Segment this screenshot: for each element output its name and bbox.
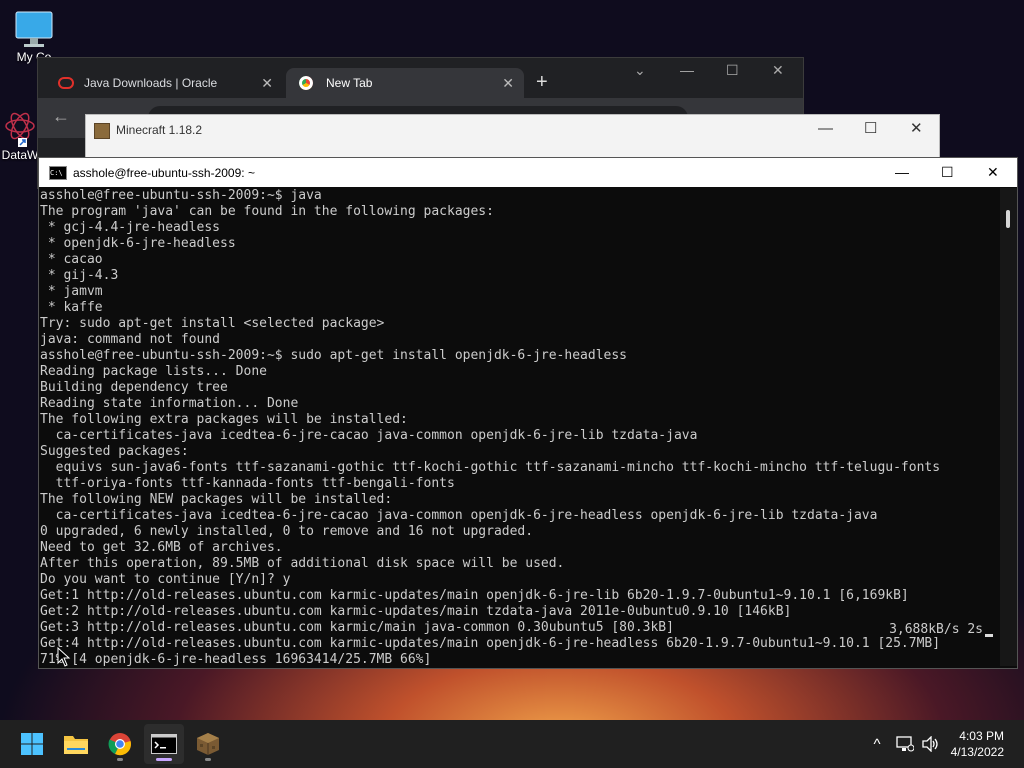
- folder-icon: [64, 736, 88, 754]
- terminal-line: java: command not found: [40, 332, 221, 347]
- terminal-line: The following NEW packages will be insta…: [40, 492, 393, 507]
- terminal-line: * openjdk-6-jre-headless: [40, 236, 236, 251]
- back-arrow-icon[interactable]: ←: [52, 106, 70, 127]
- windows-icon: [21, 733, 43, 755]
- minecraft-icon: [197, 733, 219, 755]
- tab-new-tab[interactable]: New Tab ✕: [286, 68, 524, 98]
- running-indicator: [117, 758, 123, 761]
- start-button[interactable]: [12, 724, 52, 764]
- running-indicator: [156, 758, 172, 761]
- desktop-icon-dataw[interactable]: DataW: [0, 108, 40, 162]
- terminal-line: Try: sudo apt-get install <selected pack…: [40, 316, 385, 331]
- terminal-line: * cacao: [40, 252, 103, 267]
- volume-icon[interactable]: [922, 736, 940, 752]
- running-indicator: [205, 758, 211, 761]
- terminal-line: Get:3 http://old-releases.ubuntu.com kar…: [40, 620, 674, 635]
- atom-icon: [5, 112, 35, 147]
- terminal-line: ca-certificates-java icedtea-6-jre-cacao…: [40, 508, 878, 523]
- terminal-line: Suggested packages:: [40, 444, 189, 459]
- terminal-line: 71% [4 openjdk-6-jre-headless 16963414/2…: [40, 652, 432, 666]
- terminal-line: Building dependency tree: [40, 380, 228, 395]
- terminal-line: Get:2 http://old-releases.ubuntu.com kar…: [40, 604, 792, 619]
- network-icon[interactable]: [896, 736, 914, 752]
- chrome-icon: [108, 733, 131, 756]
- new-tab-button[interactable]: +: [536, 71, 548, 94]
- close-icon[interactable]: ✕: [772, 62, 784, 79]
- chrome-button[interactable]: [100, 724, 140, 764]
- download-speed-text: 3,688kB/s 2s: [889, 622, 983, 637]
- desktop-icon-label: DataW: [1, 148, 39, 162]
- terminal-button[interactable]: [144, 724, 184, 764]
- terminal-icon: [151, 734, 177, 754]
- window-title: Minecraft 1.18.2: [116, 123, 203, 137]
- terminal-output[interactable]: asshole@free-ubuntu-ssh-2009:~$ java The…: [40, 188, 995, 666]
- terminal-line: equivs sun-java6-fonts ttf-sazanami-goth…: [40, 460, 941, 475]
- terminal-line: * jamvm: [40, 284, 103, 299]
- desktop-icon-my-computer[interactable]: My Co: [4, 8, 64, 64]
- terminal-line: ca-certificates-java icedtea-6-jre-cacao…: [40, 428, 698, 443]
- scrollbar-thumb[interactable]: [1006, 210, 1010, 228]
- download-speed: 3,688kB/s 2s: [889, 622, 993, 637]
- terminal-line: After this operation, 89.5MB of addition…: [40, 556, 565, 571]
- close-icon[interactable]: ✕: [502, 75, 514, 92]
- chevron-down-icon[interactable]: ⌄: [634, 62, 646, 79]
- terminal-line: The program 'java' can be found in the f…: [40, 204, 494, 219]
- tab-java-downloads[interactable]: Java Downloads | Oracle ✕: [48, 68, 283, 98]
- terminal-line: Get:4 http://old-releases.ubuntu.com kar…: [40, 636, 941, 651]
- minimize-icon[interactable]: —: [895, 164, 909, 180]
- maximize-icon[interactable]: ☐: [941, 164, 954, 181]
- terminal-icon: C:\: [49, 165, 67, 180]
- oracle-icon: [58, 77, 74, 89]
- system-tray: ^: [866, 720, 940, 768]
- terminal-title-bar[interactable]: C:\ asshole@free-ubuntu-ssh-2009: ~ — ☐ …: [39, 158, 1017, 187]
- terminal-line: Need to get 32.6MB of archives.: [40, 540, 283, 555]
- terminal-line: ttf-oriya-fonts ttf-kannada-fonts ttf-be…: [40, 476, 455, 491]
- minecraft-icon: [94, 123, 110, 139]
- terminal-line: Get:1 http://old-releases.ubuntu.com kar…: [40, 588, 909, 603]
- terminal-line: asshole@free-ubuntu-ssh-2009:~$ java: [40, 188, 322, 203]
- terminal-line: * kaffe: [40, 300, 103, 315]
- clock-time: 4:03 PM: [959, 729, 1004, 743]
- maximize-icon[interactable]: ☐: [864, 119, 877, 137]
- terminal-line: 0 upgraded, 6 newly installed, 0 to remo…: [40, 524, 534, 539]
- chrome-icon: [296, 73, 316, 93]
- maximize-icon[interactable]: ☐: [726, 62, 739, 79]
- terminal-line: * gcj-4.4-jre-headless: [40, 220, 221, 235]
- mouse-pointer-icon: [57, 647, 71, 667]
- file-explorer-button[interactable]: [56, 724, 96, 764]
- text-cursor: [985, 634, 993, 637]
- terminal-line: The following extra packages will be ins…: [40, 412, 408, 427]
- close-icon[interactable]: ✕: [261, 75, 273, 92]
- terminal-line: * gij-4.3: [40, 268, 119, 283]
- minimize-icon[interactable]: —: [680, 62, 694, 78]
- taskbar: ^ 4:03 PM 4/13/2022: [0, 720, 1024, 768]
- close-icon[interactable]: ✕: [910, 119, 923, 137]
- window-title: asshole@free-ubuntu-ssh-2009: ~: [73, 165, 255, 180]
- terminal-line: Reading state information... Done: [40, 396, 299, 411]
- tab-label: New Tab: [326, 76, 373, 90]
- terminal-line: Do you want to continue [Y/n]? y: [40, 572, 291, 587]
- close-icon[interactable]: ✕: [987, 164, 999, 181]
- minecraft-button[interactable]: [188, 724, 228, 764]
- terminal-line: asshole@free-ubuntu-ssh-2009:~$ sudo apt…: [40, 348, 627, 363]
- terminal-scrollbar[interactable]: [1000, 188, 1017, 666]
- tab-label: Java Downloads | Oracle: [84, 76, 218, 90]
- terminal-window[interactable]: C:\ asshole@free-ubuntu-ssh-2009: ~ — ☐ …: [38, 157, 1018, 669]
- minimize-icon[interactable]: —: [818, 120, 833, 137]
- clock[interactable]: 4:03 PM 4/13/2022: [951, 728, 1004, 760]
- clock-date: 4/13/2022: [950, 745, 1004, 759]
- chevron-up-icon[interactable]: ^: [866, 736, 888, 753]
- terminal-line: Reading package lists... Done: [40, 364, 267, 379]
- monitor-icon: [15, 11, 53, 47]
